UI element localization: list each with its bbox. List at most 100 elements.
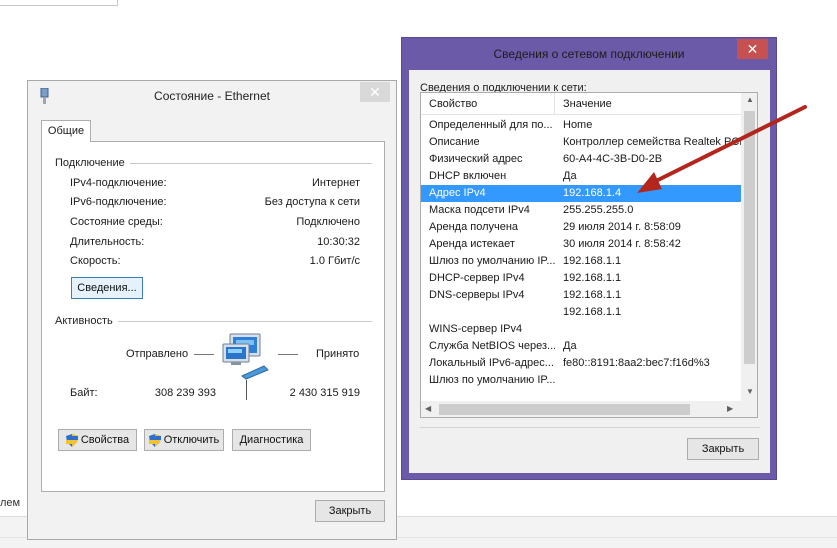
details-row-property: Физический адрес [429, 153, 523, 165]
scroll-down-icon[interactable]: ▼ [746, 387, 754, 396]
details-row[interactable]: DHCP включен Да [421, 168, 741, 185]
properties-button[interactable]: Свойства [58, 429, 137, 451]
details-row-property: Аренда истекает [429, 238, 515, 250]
details-divider [420, 427, 760, 428]
details-list[interactable]: Свойство Значение Определенный для по...… [420, 92, 758, 418]
properties-button-label: Свойства [80, 434, 130, 446]
duration-value: 10:30:32 [317, 236, 360, 248]
network-computers-icon [222, 333, 269, 380]
duration-label: Длительность: [70, 236, 145, 248]
bytes-received-value: 2 430 315 919 [289, 387, 360, 399]
background-panel-edge [0, 0, 118, 6]
details-row[interactable]: DHCP-сервер IPv4 192.168.1.1 [421, 270, 741, 287]
details-row[interactable]: WINS-сервер IPv4 [421, 321, 741, 338]
details-row[interactable]: Аренда получена 29 июля 2014 г. 8:58:09 [421, 219, 741, 236]
bytes-sent-value: 308 239 393 [154, 387, 216, 399]
details-row-property: Описание [429, 136, 480, 148]
bytes-label: Байт: [70, 387, 98, 399]
scrollbar-corner [741, 401, 757, 417]
details-row-selected[interactable]: Адрес IPv4 192.168.1.4 [421, 185, 741, 202]
column-header-value[interactable]: Значение [563, 98, 612, 110]
details-row-property: Шлюз по умолчанию IP... [429, 374, 555, 386]
details-row-property: Локальный IPv6-адрес... [429, 357, 554, 369]
details-row[interactable]: Определенный для по... Home [421, 117, 741, 134]
details-row-value: 60-A4-4C-3B-D0-2B [563, 153, 663, 165]
details-row-property: Адрес IPv4 [429, 187, 486, 199]
close-icon: ✕ [746, 41, 759, 57]
status-window-title: Состояние - Ethernet [154, 89, 270, 103]
column-separator[interactable] [554, 93, 555, 115]
disable-button-label: Отключить [163, 434, 220, 446]
details-row-property: Маска подсети IPv4 [429, 204, 530, 216]
details-list-header: Свойство Значение [421, 93, 741, 115]
received-line [278, 354, 298, 355]
activity-group-label: Активность [55, 315, 118, 327]
details-window-close-button[interactable]: ✕ [737, 39, 768, 59]
details-row[interactable]: Описание Контроллер семейства Realtek PCI [421, 134, 741, 151]
ipv4-label: IPv4-подключение: [70, 177, 167, 189]
details-row[interactable]: Шлюз по умолчанию IP... 192.168.1.1 [421, 253, 741, 270]
uac-shield-icon [148, 433, 161, 447]
close-icon: ✕ [369, 84, 381, 100]
horizontal-scrollbar[interactable]: ◀ ▶ [421, 401, 741, 417]
tab-general[interactable]: Общие [41, 120, 91, 142]
sent-line [194, 354, 214, 355]
disable-button[interactable]: Отключить [144, 429, 224, 451]
diagnose-button[interactable]: Диагностика [232, 429, 311, 451]
details-row-value: Да [563, 340, 577, 352]
details-row-value: 192.168.1.1 [563, 272, 622, 284]
details-row[interactable]: Физический адрес 60-A4-4C-3B-D0-2B [421, 151, 741, 168]
ipv4-value: Интернет [312, 177, 360, 189]
details-row-property: WINS-сервер IPv4 [429, 323, 523, 335]
details-row-value: 192.168.1.4 [563, 187, 622, 199]
details-row-value: 30 июля 2014 г. 8:58:42 [563, 238, 681, 250]
scroll-right-icon[interactable]: ▶ [727, 404, 733, 413]
activity-group-divider [118, 321, 372, 322]
details-window: Сведения о сетевом подключении ✕ Сведени… [401, 37, 777, 480]
details-row-property: Служба NetBIOS через... [429, 340, 555, 352]
details-row-property: Аренда получена [429, 221, 519, 233]
horizontal-scroll-thumb[interactable] [439, 404, 690, 415]
details-row-property: DHCP-сервер IPv4 [429, 272, 525, 284]
general-panel: Подключение IPv4-подключение: Интернет I… [41, 141, 385, 492]
details-row[interactable]: Локальный IPv6-адрес... fe80::8191:8aa2:b… [421, 355, 741, 372]
media-state-value: Подключено [296, 216, 360, 228]
ipv6-label: IPv6-подключение: [70, 196, 167, 208]
details-row-value: 29 июля 2014 г. 8:58:09 [563, 221, 681, 233]
details-row-value: Контроллер семейства Realtek PCI [563, 136, 741, 148]
details-row[interactable]: Шлюз по умолчанию IP... [421, 372, 741, 389]
connection-group-divider [122, 163, 372, 164]
speed-label: Скорость: [70, 255, 121, 267]
details-row-value: Home [563, 119, 593, 131]
scroll-left-icon[interactable]: ◀ [425, 404, 431, 413]
status-window-close-button[interactable]: ✕ [360, 82, 390, 102]
uac-shield-icon [65, 433, 78, 447]
details-window-body: Сведения о подключении к сети: Свойство … [409, 70, 770, 473]
details-row-property: Шлюз по умолчанию IP... [429, 255, 555, 267]
speed-value: 1.0 Гбит/с [309, 255, 360, 267]
activity-separator [246, 380, 247, 400]
ipv6-value: Без доступа к сети [264, 196, 360, 208]
details-row-value: 192.168.1.1 [563, 289, 622, 301]
status-close-button[interactable]: Закрыть [315, 500, 385, 522]
sent-label: Отправлено [126, 348, 189, 360]
received-label: Принято [316, 348, 360, 360]
details-row[interactable]: Служба NetBIOS через... Да [421, 338, 741, 355]
details-row-value: 192.168.1.1 [563, 306, 622, 318]
background-partial-text: лем [0, 497, 21, 509]
details-row-property: DHCP включен [429, 170, 507, 182]
details-button[interactable]: Сведения... [71, 277, 143, 299]
details-row-property: Определенный для по... [429, 119, 553, 131]
details-close-button[interactable]: Закрыть [687, 438, 759, 460]
status-window-titlebar[interactable]: Состояние - Ethernet ✕ [28, 81, 396, 110]
details-row[interactable]: Маска подсети IPv4 255.255.255.0 [421, 202, 741, 219]
details-row[interactable]: DNS-серверы IPv4 192.168.1.1 [421, 287, 741, 304]
column-header-property[interactable]: Свойство [429, 98, 477, 110]
vertical-scroll-thumb[interactable] [744, 111, 755, 364]
scroll-up-icon[interactable]: ▲ [746, 95, 754, 104]
vertical-scrollbar[interactable]: ▲ ▼ [741, 93, 757, 401]
details-row-value: fe80::8191:8aa2:bec7:f16d%3 [563, 357, 710, 369]
details-row[interactable]: 192.168.1.1 [421, 304, 741, 321]
details-row[interactable]: Аренда истекает 30 июля 2014 г. 8:58:42 [421, 236, 741, 253]
details-row-value: 255.255.255.0 [563, 204, 634, 216]
